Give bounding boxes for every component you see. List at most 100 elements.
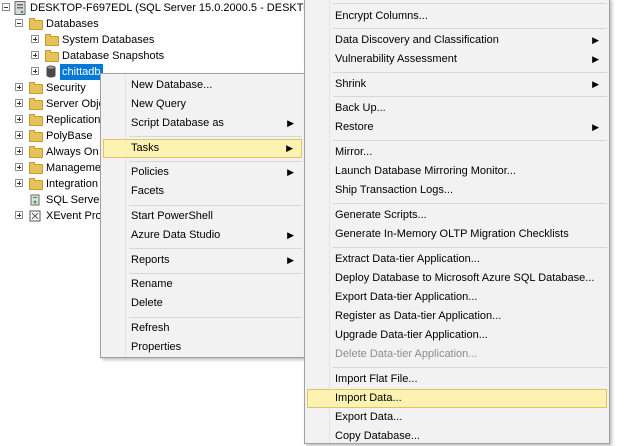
xevent-icon: [29, 210, 41, 222]
menu-item-import-flat-file[interactable]: Import Flat File...: [307, 370, 607, 389]
expand-icon[interactable]: [15, 131, 23, 139]
folder-icon: [29, 146, 43, 158]
folder-icon: [29, 114, 43, 126]
folder-icon: [29, 162, 43, 174]
collapse-icon[interactable]: [15, 19, 23, 27]
tree-node-always-on[interactable]: Always On: [0, 144, 100, 160]
menu-item-export-data[interactable]: Export Data...: [307, 408, 607, 427]
tree-node-system-databases[interactable]: System Databases: [0, 32, 200, 48]
menu-item-label: Extract Data-tier Application...: [335, 253, 480, 265]
tree-node-server-objects[interactable]: Server Obje: [0, 96, 105, 112]
menu-item-label: Delete: [131, 297, 163, 309]
menu-item-azure-data-studio[interactable]: Azure Data Studio ▶: [103, 226, 302, 245]
menu-item-deploy-azure[interactable]: Deploy Database to Microsoft Azure SQL D…: [307, 269, 607, 288]
replication-label: Replication: [46, 114, 101, 126]
expand-icon[interactable]: [15, 147, 23, 155]
menu-item-generate-inmemory-checklists[interactable]: Generate In-Memory OLTP Migration Checkl…: [307, 225, 607, 244]
tree-node-server[interactable]: DESKTOP-F697EDL (SQL Server 15.0.2000.5 …: [0, 0, 355, 16]
menu-item-launch-mirroring-monitor[interactable]: Launch Database Mirroring Monitor...: [307, 162, 607, 181]
menu-item-ship-transaction-logs[interactable]: Ship Transaction Logs...: [307, 181, 607, 200]
menu-item-generate-scripts[interactable]: Generate Scripts...: [307, 206, 607, 225]
chittadb-label: chittadb: [60, 64, 103, 80]
menu-item-label: Deploy Database to Microsoft Azure SQL D…: [335, 272, 595, 284]
menu-item-label: New Database...: [131, 79, 213, 91]
folder-icon: [45, 34, 59, 46]
collapse-icon[interactable]: [2, 3, 10, 11]
menu-item-vulnerability-assessment[interactable]: Vulnerability Assessment ▶: [307, 50, 607, 69]
tree-node-integration[interactable]: Integration: [0, 176, 100, 192]
folder-icon: [45, 50, 59, 62]
menu-item-import-data[interactable]: Import Data...: [307, 389, 607, 408]
expand-icon[interactable]: [31, 67, 39, 75]
tree-node-xevent[interactable]: XEvent Prof: [0, 208, 105, 224]
menu-item-tasks[interactable]: Tasks ▶: [103, 139, 302, 158]
menu-item-upgrade-datatier[interactable]: Upgrade Data-tier Application...: [307, 326, 607, 345]
menu-item-label: Mirror...: [335, 146, 373, 158]
xevent-label: XEvent Prof: [46, 210, 105, 222]
menu-item-export-datatier[interactable]: Export Data-tier Application...: [307, 288, 607, 307]
menu-item-shrink[interactable]: Shrink ▶: [307, 75, 607, 94]
tree-node-database-snapshots[interactable]: Database Snapshots: [0, 48, 200, 64]
menu-item-refresh[interactable]: Refresh: [103, 319, 302, 338]
menu-separator: [333, 367, 607, 368]
menu-separator: [333, 28, 607, 29]
menu-separator: [129, 248, 302, 249]
menu-item-back-up[interactable]: Back Up...: [307, 99, 607, 118]
menu-item-data-discovery[interactable]: Data Discovery and Classification ▶: [307, 31, 607, 50]
menu-item-label: Tasks: [131, 142, 160, 154]
expand-icon[interactable]: [15, 99, 23, 107]
menu-item-extract-datatier[interactable]: Extract Data-tier Application...: [307, 250, 607, 269]
menu-item-mirror[interactable]: Mirror...: [307, 143, 607, 162]
tree-node-sql-agent[interactable]: SQL Server A: [0, 192, 113, 208]
menu-item-label: Policies: [131, 166, 169, 178]
tree-node-replication[interactable]: Replication: [0, 112, 100, 128]
menu-item-register-datatier[interactable]: Register as Data-tier Application...: [307, 307, 607, 326]
menu-item-label: Export Data-tier Application...: [335, 291, 478, 303]
menu-item-new-query[interactable]: New Query: [103, 95, 302, 114]
menu-item-label: Upgrade Data-tier Application...: [335, 329, 488, 341]
menu-item-label: Copy Database...: [335, 430, 420, 442]
menu-item-label: Register as Data-tier Application...: [335, 310, 502, 322]
tree-node-management[interactable]: Managemen: [0, 160, 107, 176]
menu-item-reports[interactable]: Reports ▶: [103, 251, 302, 270]
menu-item-properties[interactable]: Properties: [103, 338, 302, 357]
menu-item-script-database-as[interactable]: Script Database as ▶: [103, 114, 302, 133]
menu-item-label: Import Data...: [335, 392, 402, 404]
menu-item-delete[interactable]: Delete: [103, 294, 302, 313]
expand-icon[interactable]: [15, 163, 23, 171]
menu-item-rename[interactable]: Rename: [103, 275, 302, 294]
menu-item-restore[interactable]: Restore ▶: [307, 118, 607, 137]
expand-icon[interactable]: [15, 211, 23, 219]
menu-item-policies[interactable]: Policies ▶: [103, 163, 302, 182]
menu-separator: [333, 247, 607, 248]
menu-item-label: Start PowerShell: [131, 210, 213, 222]
expand-icon[interactable]: [31, 35, 39, 43]
menu-separator: [129, 205, 302, 206]
polybase-label: PolyBase: [46, 130, 93, 142]
expand-icon[interactable]: [31, 51, 39, 59]
menu-item-label: Facets: [131, 185, 165, 197]
tree-node-security[interactable]: Security: [0, 80, 100, 96]
database-context-menu: New Database... New Query Script Databas…: [100, 73, 305, 358]
folder-icon: [29, 98, 43, 110]
menu-item-label: Script Database as: [131, 117, 224, 129]
menu-item-label: Azure Data Studio: [131, 229, 221, 241]
security-label: Security: [46, 82, 86, 94]
menu-item-label: Restore: [335, 121, 374, 133]
expand-icon[interactable]: [15, 83, 23, 91]
menu-item-facets[interactable]: Facets: [103, 182, 302, 201]
menu-item-label: Rename: [131, 278, 173, 290]
tree-node-polybase[interactable]: PolyBase: [0, 128, 100, 144]
tree-node-databases[interactable]: Databases: [0, 16, 120, 32]
submenu-arrow-icon: ▶: [592, 79, 599, 89]
menu-item-copy-database[interactable]: Copy Database...: [307, 427, 607, 446]
menu-item-new-database[interactable]: New Database...: [103, 76, 302, 95]
expand-icon[interactable]: [15, 179, 23, 187]
integration-label: Integration: [46, 178, 98, 190]
submenu-arrow-icon: ▶: [592, 35, 599, 45]
menu-item-label: Shrink: [335, 78, 367, 90]
menu-item-encrypt-columns[interactable]: Encrypt Columns...: [307, 7, 607, 26]
tree-node-chittadb[interactable]: chittadb: [0, 64, 110, 80]
expand-icon[interactable]: [15, 115, 23, 123]
menu-item-start-powershell[interactable]: Start PowerShell: [103, 207, 302, 226]
